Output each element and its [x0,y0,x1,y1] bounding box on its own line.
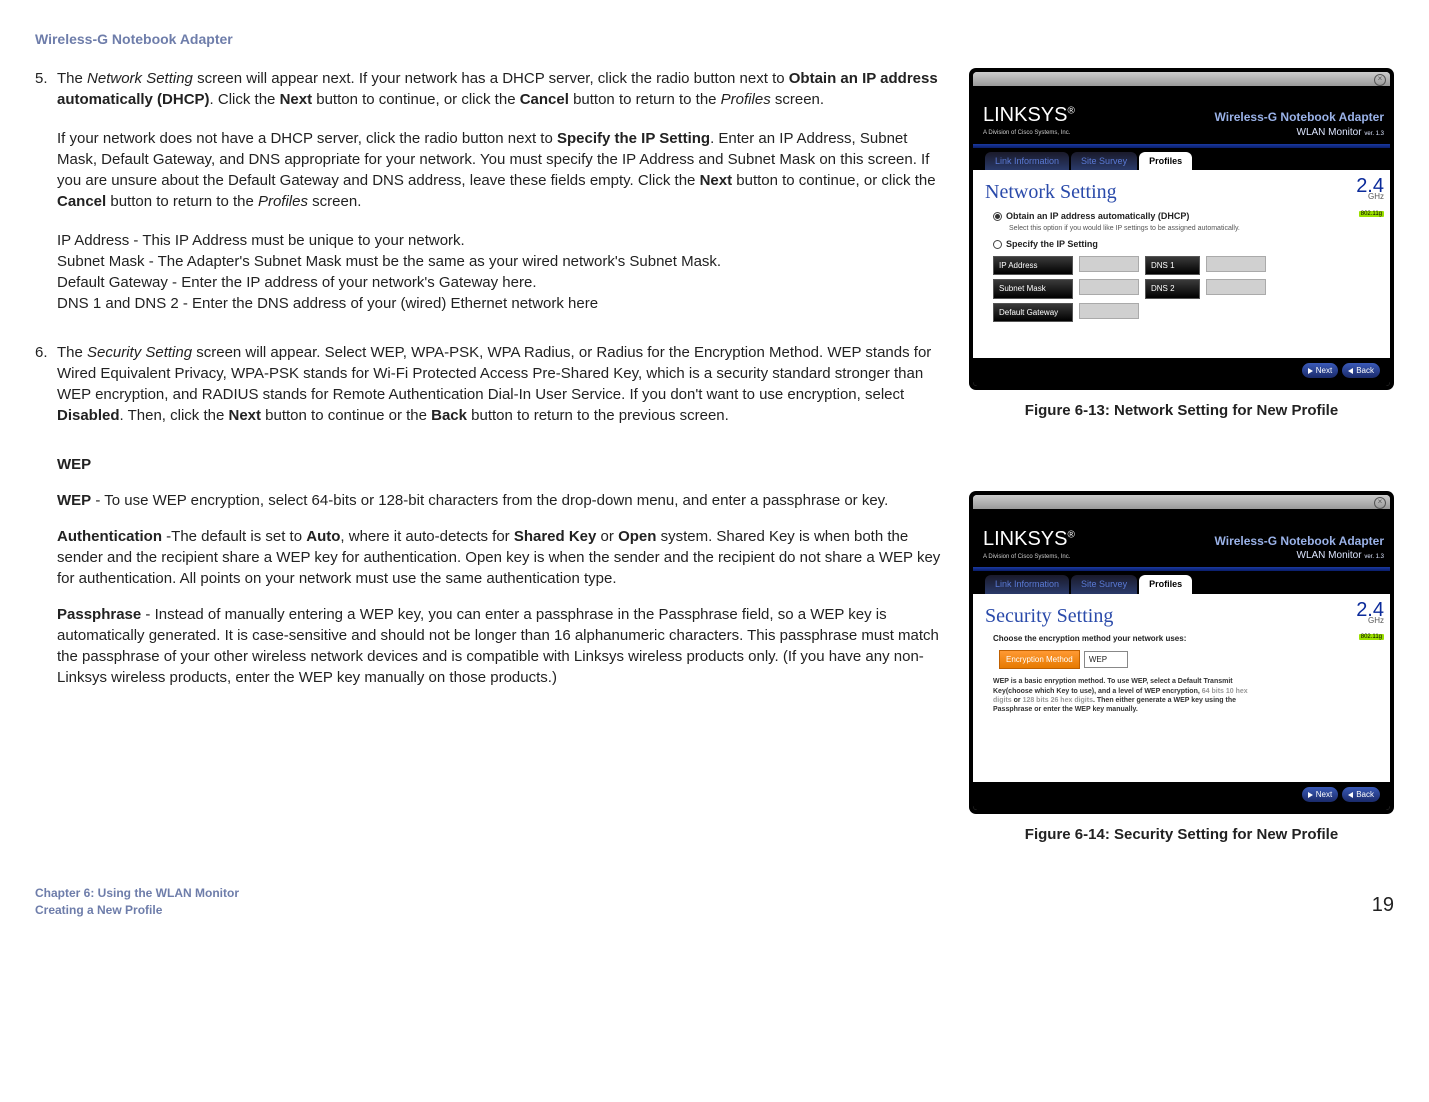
ip-address-label: IP Address [993,256,1073,275]
encryption-method-label: Encryption Method [999,650,1080,669]
back-button[interactable]: Back [1342,363,1380,378]
close-icon[interactable]: × [1374,497,1386,509]
radio-icon [993,212,1002,221]
wep-para2: Authentication -The default is set to Au… [57,526,949,589]
step5-defs: IP Address - This IP Address must be uni… [57,230,949,314]
wep-para3: Passphrase - Instead of manually enterin… [57,604,949,688]
wlan-monitor-label: WLAN Monitor ver. 1.3 [1215,126,1384,140]
panel-title: Security Setting [985,602,1382,630]
arrow-right-icon [1308,792,1313,798]
dns2-input[interactable] [1206,279,1266,295]
close-icon[interactable]: × [1374,74,1386,86]
tab-profiles[interactable]: Profiles [1139,152,1192,171]
encryption-method-select[interactable]: WEP [1084,651,1128,668]
radio-dhcp[interactable]: Obtain an IP address automatically (DHCP… [993,210,1382,223]
next-button[interactable]: Next [1302,787,1338,802]
gateway-input[interactable] [1079,303,1139,319]
band-badge: 2.4GHz 802.11g [1356,178,1384,216]
arrow-left-icon [1348,792,1353,798]
radio-specify-ip[interactable]: Specify the IP Setting [993,238,1382,251]
arrow-left-icon [1348,368,1353,374]
wep-para1: WEP - To use WEP encryption, select 64-b… [57,490,949,511]
wlan-monitor-label: WLAN Monitor ver. 1.3 [1215,549,1384,563]
fig14-window: × LINKSYS® A Division of Cisco Systems, … [969,491,1394,814]
titlebar: × [973,72,1390,86]
arrow-right-icon [1308,368,1313,374]
band-badge: 2.4GHz 802.11g [1356,602,1384,640]
figure-column: × LINKSYS® A Division of Cisco Systems, … [969,68,1394,846]
tab-link-info[interactable]: Link Information [985,152,1069,171]
panel-title: Network Setting [985,178,1382,206]
next-button[interactable]: Next [1302,363,1338,378]
step-number: 6. [35,342,57,426]
dns2-label: DNS 2 [1145,279,1200,298]
titlebar: × [973,495,1390,509]
page-number: 19 [1372,891,1394,919]
wep-description: WEP is a basic enryption method. To use … [993,677,1253,715]
brand-tagline: A Division of Cisco Systems, Inc. [983,129,1075,137]
dhcp-hint: Select this option if you would like IP … [1009,224,1382,234]
brand-tagline: A Division of Cisco Systems, Inc. [983,553,1075,561]
brand-logo: LINKSYS® [983,525,1075,553]
step5-para2: If your network does not have a DHCP ser… [57,128,949,212]
step6-para1: The Security Setting screen will appear.… [57,342,949,426]
wep-heading: WEP [57,454,949,475]
choose-label: Choose the encryption method your networ… [993,634,1374,644]
fig13-caption: Figure 6-13: Network Setting for New Pro… [969,400,1394,421]
tab-site-survey[interactable]: Site Survey [1071,152,1137,171]
doc-header: Wireless-G Notebook Adapter [35,30,1394,50]
gateway-label: Default Gateway [993,303,1073,322]
wep-section: WEP WEP - To use WEP encryption, select … [57,454,949,688]
step5-para1: The Network Setting screen will appear n… [57,68,949,110]
dns1-input[interactable] [1206,256,1266,272]
brand-logo: LINKSYS® [983,101,1075,129]
adapter-title: Wireless-G Notebook Adapter [1215,109,1384,126]
tab-site-survey[interactable]: Site Survey [1071,575,1137,594]
subnet-label: Subnet Mask [993,279,1073,298]
tab-profiles[interactable]: Profiles [1139,575,1192,594]
subnet-input[interactable] [1079,279,1139,295]
back-button[interactable]: Back [1342,787,1380,802]
radio-icon [993,240,1002,249]
footer-left: Chapter 6: Using the WLAN Monitor Creati… [35,885,239,919]
step-number: 5. [35,68,57,314]
tab-link-info[interactable]: Link Information [985,575,1069,594]
text-column: 5. The Network Setting screen will appea… [35,68,954,846]
fig13-window: × LINKSYS® A Division of Cisco Systems, … [969,68,1394,391]
fig14-caption: Figure 6-14: Security Setting for New Pr… [969,824,1394,845]
adapter-title: Wireless-G Notebook Adapter [1215,533,1384,550]
dns1-label: DNS 1 [1145,256,1200,275]
ip-address-input[interactable] [1079,256,1139,272]
